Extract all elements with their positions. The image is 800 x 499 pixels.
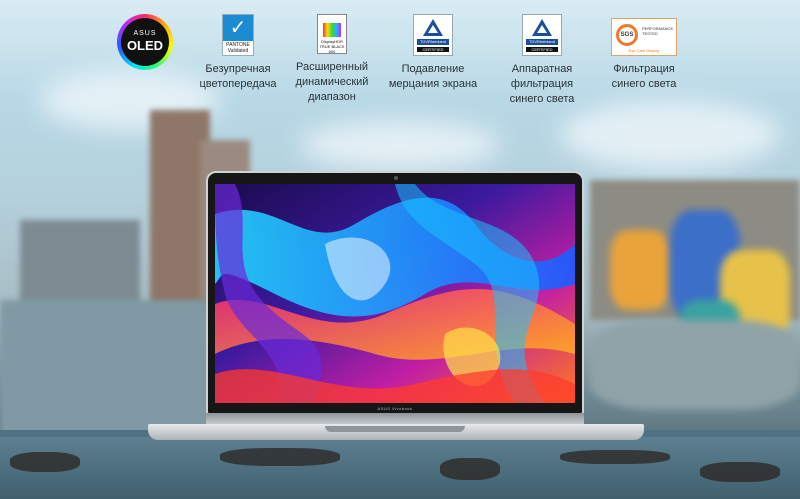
feature-sgs: SGS PERFORMANCE TESTED Eye Care Display Ф…	[599, 14, 689, 92]
tuv-low-blue-light-icon: TÜVRheinland CERTIFIED	[522, 14, 562, 56]
feature-label: Расширенный динамический диапазон	[295, 61, 369, 103]
tuv-flicker-free-icon: TÜVRheinland CERTIFIED	[413, 14, 453, 56]
feature-pantone: ✓ PANTONE Validated Безупречная цветопере…	[193, 14, 283, 92]
feature-flicker: TÜVRheinland CERTIFIED Подавление мерцан…	[388, 14, 478, 92]
laptop-lid: ASUS Vivobook	[206, 171, 584, 415]
feature-row: ✓ PANTONE Validated Безупречная цветопере…	[0, 14, 800, 114]
pantone-validated-icon: ✓ PANTONE Validated	[222, 14, 254, 56]
feature-label: Фильтрация синего света	[611, 63, 677, 90]
feature-bluelight-hw: TÜVRheinland CERTIFIED Аппаратная фильтр…	[497, 14, 587, 107]
feature-label: Подавление мерцания экрана	[388, 63, 478, 90]
wallpaper-art	[215, 184, 575, 403]
sgs-eye-care-icon: SGS PERFORMANCE TESTED Eye Care Display	[611, 18, 677, 56]
laptop-brand: ASUS Vivobook	[377, 406, 413, 411]
feature-hdr: DisplayHDR TRUE BLACK 600 Расширенный дин…	[287, 14, 377, 105]
laptop-hinge	[206, 413, 584, 424]
feature-label: Аппаратная фильтрация синего света	[509, 63, 575, 105]
displayhdr-icon: DisplayHDR TRUE BLACK 600	[317, 14, 347, 54]
laptop-notch	[325, 426, 465, 432]
webcam-icon	[394, 176, 398, 180]
laptop-screen	[215, 184, 575, 403]
feature-label: Безупречная цветопередача	[199, 63, 277, 90]
